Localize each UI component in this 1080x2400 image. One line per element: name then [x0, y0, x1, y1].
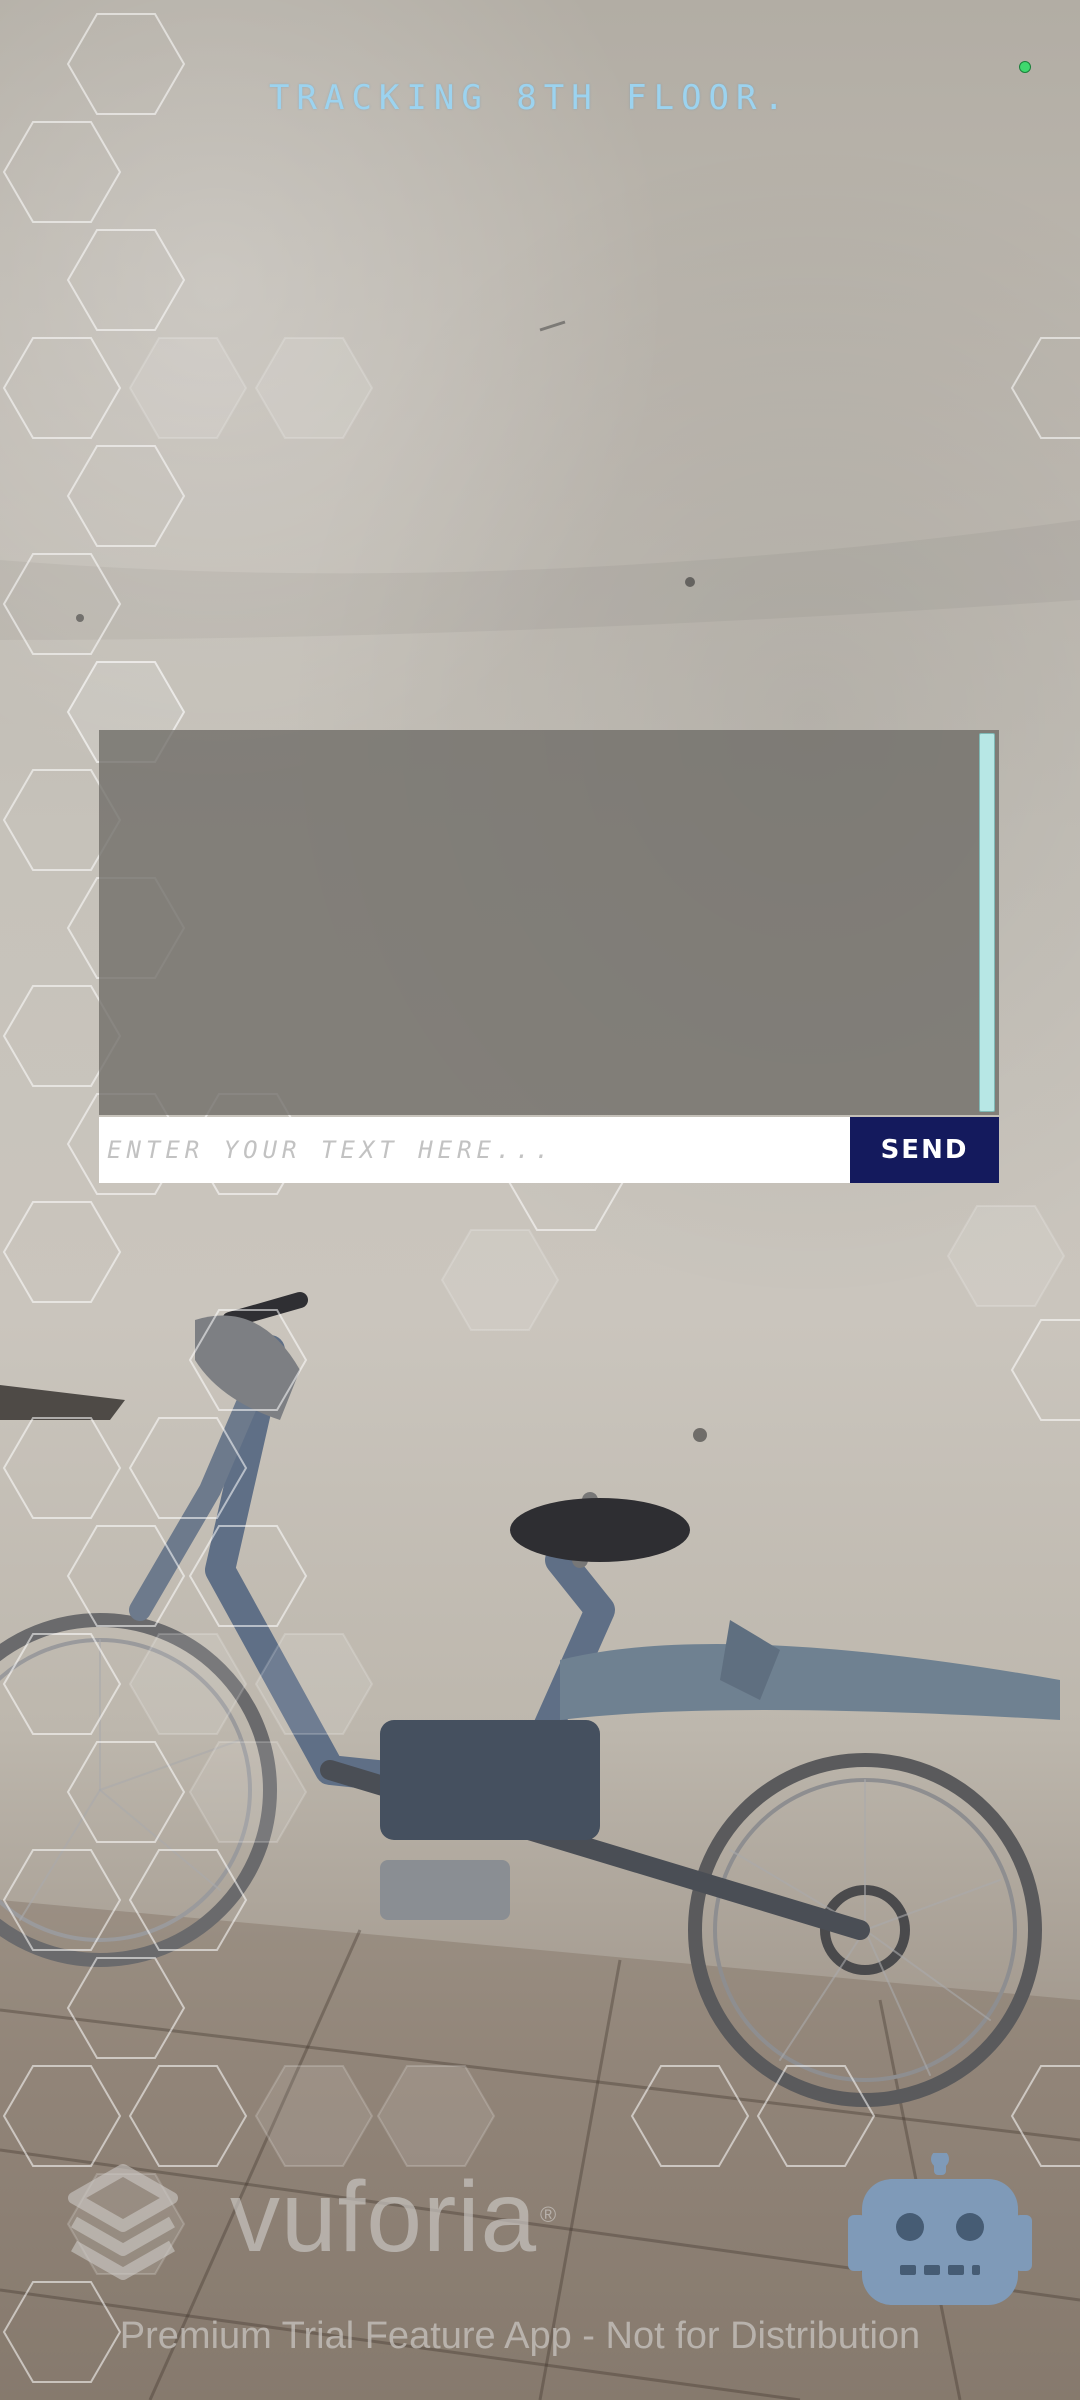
chat-input-row: SEND — [99, 1117, 999, 1183]
robot-icon[interactable] — [848, 2153, 1032, 2309]
ar-camera-screen: TRACKING 8TH FLOOR. SEND vuforia ® Premi… — [0, 0, 1080, 2400]
tracking-status-text: TRACKING 8TH FLOOR. — [269, 78, 791, 118]
chat-scrollbar[interactable] — [979, 733, 995, 1112]
tracking-indicator-dot — [1019, 61, 1031, 73]
vuforia-logo-icon — [68, 2164, 178, 2280]
registered-mark: ® — [540, 2202, 557, 2227]
camera-feed — [0, 0, 1080, 2400]
chat-messages-panel[interactable] — [99, 730, 999, 1115]
message-input[interactable] — [99, 1117, 850, 1183]
trial-notice: Premium Trial Feature App - Not for Dist… — [119, 2315, 921, 2357]
vuforia-wordmark: vuforia — [230, 2161, 538, 2273]
camera-scene — [0, 320, 1080, 2400]
send-button[interactable]: SEND — [850, 1117, 999, 1183]
